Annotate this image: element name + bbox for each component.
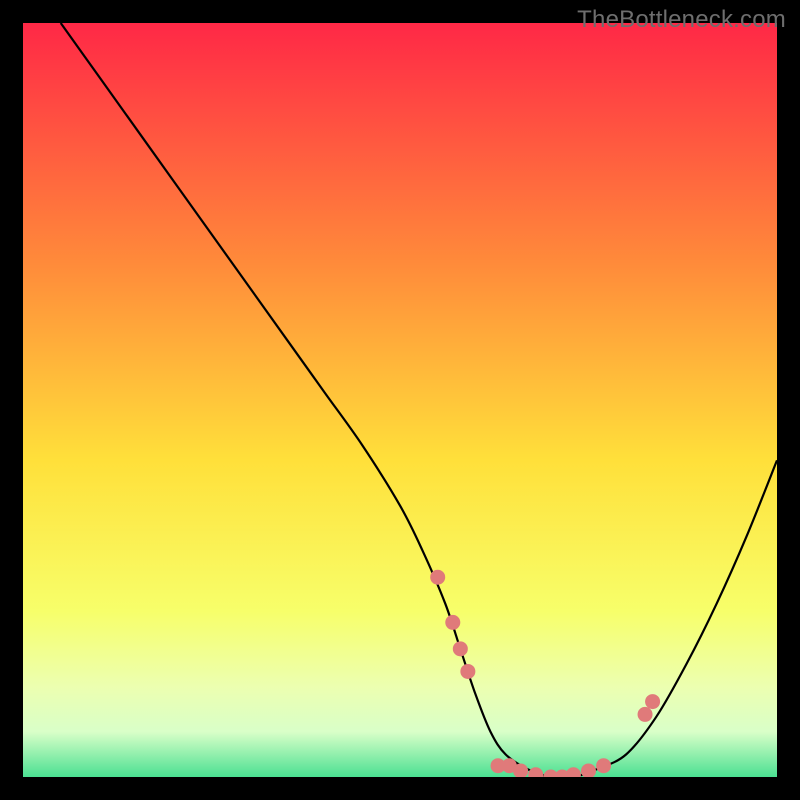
data-marker <box>430 570 445 585</box>
data-marker <box>453 641 468 656</box>
plot-svg <box>23 23 777 777</box>
data-marker <box>460 664 475 679</box>
data-marker <box>645 694 660 709</box>
gradient-background <box>23 23 777 777</box>
chart-frame: TheBottleneck.com <box>0 0 800 800</box>
data-marker <box>638 707 653 722</box>
data-marker <box>596 758 611 773</box>
data-marker <box>445 615 460 630</box>
plot-area <box>23 23 777 777</box>
watermark-text: TheBottleneck.com <box>577 6 786 34</box>
